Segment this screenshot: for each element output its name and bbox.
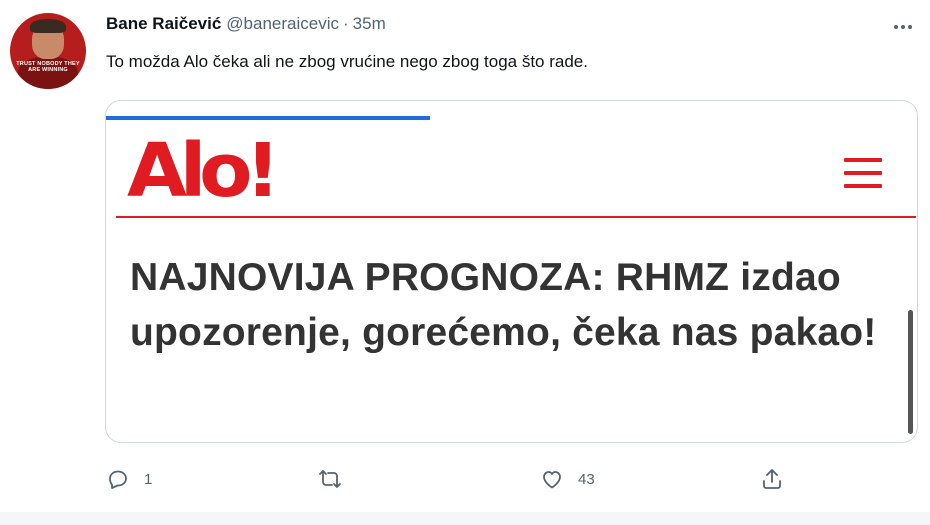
reply-count: 1 bbox=[144, 470, 153, 488]
time-separator: · bbox=[343, 14, 349, 33]
link-card[interactable]: Alo! NAJNOVIJA PROGNOZA: RHMZ izdao upoz… bbox=[105, 100, 918, 443]
reply-button[interactable]: 1 bbox=[106, 462, 152, 496]
alo-logo: Alo! bbox=[127, 130, 283, 212]
article-page-preview: Alo! NAJNOVIJA PROGNOZA: RHMZ izdao upoz… bbox=[116, 120, 916, 442]
share-icon bbox=[763, 469, 781, 489]
tweet-actions: 1 43 bbox=[106, 462, 806, 496]
avatar[interactable]: TRUST NOBODY THEY ARE WINNING bbox=[10, 13, 86, 89]
more-dot-icon bbox=[894, 25, 898, 29]
reply-icon bbox=[109, 470, 127, 489]
retweet-button[interactable] bbox=[318, 462, 356, 496]
tweet-time[interactable]: 35m bbox=[353, 14, 386, 34]
share-button[interactable] bbox=[760, 462, 798, 496]
like-button[interactable]: 43 bbox=[540, 462, 595, 496]
scrollbar[interactable] bbox=[908, 310, 913, 434]
more-options-button[interactable] bbox=[888, 14, 918, 40]
article-headline: NAJNOVIJA PROGNOZA: RHMZ izdao upozorenj… bbox=[130, 256, 877, 354]
author-name[interactable]: Bane Raičević bbox=[106, 14, 221, 34]
header-divider bbox=[116, 216, 916, 218]
bottom-divider bbox=[0, 512, 930, 525]
retweet-icon bbox=[319, 470, 341, 488]
author-handle[interactable]: @baneraicevic bbox=[226, 14, 339, 34]
tweet[interactable]: TRUST NOBODY THEY ARE WINNING Bane Raiče… bbox=[0, 0, 930, 525]
tweet-text: To možda Alo čeka ali ne zbog vrućine ne… bbox=[106, 52, 588, 71]
avatar-caption: TRUST NOBODY THEY ARE WINNING bbox=[16, 61, 80, 73]
more-dot-icon bbox=[908, 25, 912, 29]
heart-icon bbox=[543, 471, 561, 489]
more-dot-icon bbox=[901, 25, 905, 29]
tweet-header: Bane Raičević @baneraicevic · 35m bbox=[106, 14, 386, 38]
like-count: 43 bbox=[578, 470, 595, 488]
avatar-hair bbox=[30, 19, 66, 33]
alo-logo-text: Alo! bbox=[127, 128, 281, 214]
hamburger-menu-icon bbox=[844, 158, 882, 188]
